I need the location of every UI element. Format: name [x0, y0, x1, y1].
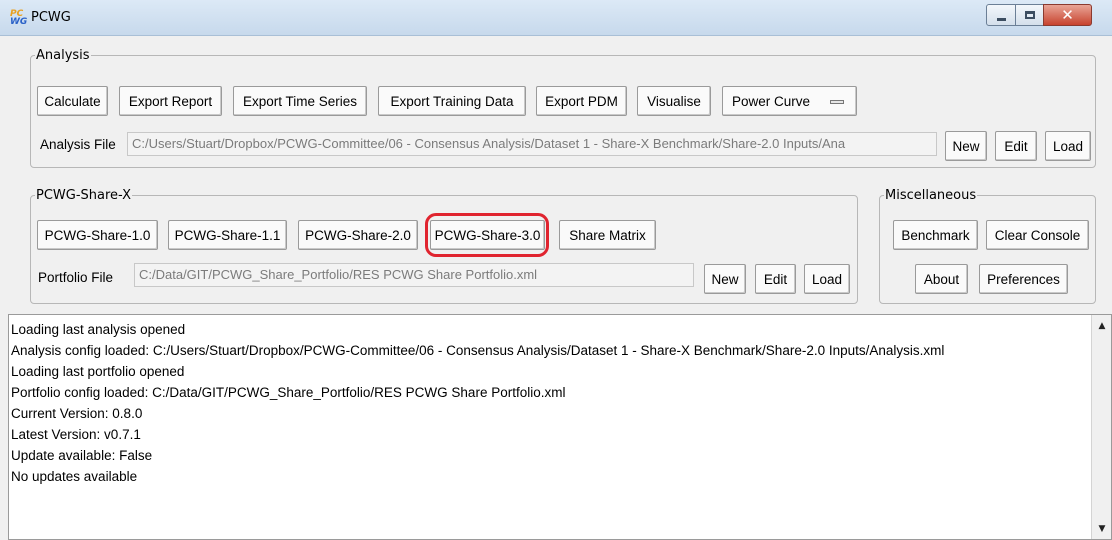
console-line: Loading last analysis opened [11, 322, 186, 337]
console-line: Loading last portfolio opened [11, 364, 185, 379]
about-button[interactable]: About [915, 264, 968, 294]
maximize-button[interactable] [1015, 4, 1044, 26]
app-icon-bottom-letters: WG [10, 17, 28, 27]
pcwg-share-2-0-button[interactable]: PCWG-Share-2.0 [298, 220, 418, 250]
share-group-title: PCWG-Share-X [36, 188, 131, 203]
console-line: No updates available [11, 469, 138, 484]
portfolio-load-button[interactable]: Load [804, 264, 850, 294]
pcwg-share-1-0-button[interactable]: PCWG-Share-1.0 [37, 220, 158, 250]
console-output[interactable]: Loading last analysis opened Analysis co… [8, 314, 1112, 540]
export-pdm-button[interactable]: Export PDM [536, 86, 627, 116]
power-curve-menu-label: Power Curve [732, 93, 811, 109]
analysis-file-label: Analysis File [40, 137, 116, 152]
scroll-up-arrow-icon[interactable]: ▲ [1094, 317, 1110, 334]
export-training-data-button[interactable]: Export Training Data [378, 86, 526, 116]
misc-group-title: Miscellaneous [885, 188, 977, 203]
analysis-group-title: Analysis [36, 48, 90, 63]
share-matrix-button[interactable]: Share Matrix [559, 220, 656, 250]
app-window: PC WG PCWG ✕ Analysis Calculate Export R… [0, 0, 1112, 540]
console-lines: Loading last analysis opened Analysis co… [11, 319, 1087, 487]
scroll-down-arrow-icon[interactable]: ▼ [1094, 520, 1110, 537]
minimize-button[interactable] [986, 4, 1016, 26]
analysis-file-path-field[interactable]: C:/Users/Stuart/Dropbox/PCWG-Committee/0… [127, 132, 937, 156]
minimize-icon [996, 17, 1006, 21]
console-scrollbar[interactable]: ▲ ▼ [1091, 315, 1111, 539]
pcwg-share-1-1-button[interactable]: PCWG-Share-1.1 [168, 220, 287, 250]
clear-console-button[interactable]: Clear Console [986, 220, 1089, 250]
option-menu-indicator-icon [830, 100, 844, 104]
console-line: Latest Version: v0.7.1 [11, 427, 141, 442]
console-line: Current Version: 0.8.0 [11, 406, 143, 421]
close-button[interactable]: ✕ [1043, 4, 1092, 26]
visualise-button[interactable]: Visualise [637, 86, 711, 116]
portfolio-new-button[interactable]: New [704, 264, 746, 294]
export-time-series-button[interactable]: Export Time Series [233, 86, 367, 116]
window-title: PCWG [31, 10, 71, 25]
portfolio-file-path-field[interactable]: C:/Data/GIT/PCWG_Share_Portfolio/RES PCW… [134, 263, 694, 287]
portfolio-edit-button[interactable]: Edit [755, 264, 796, 294]
calculate-button[interactable]: Calculate [37, 86, 108, 116]
console-line: Portfolio config loaded: C:/Data/GIT/PCW… [11, 385, 566, 400]
portfolio-file-label: Portfolio File [38, 270, 114, 285]
analysis-new-button[interactable]: New [945, 131, 987, 161]
power-curve-menu[interactable]: Power Curve [722, 86, 857, 116]
preferences-button[interactable]: Preferences [979, 264, 1068, 294]
analysis-load-button[interactable]: Load [1045, 131, 1091, 161]
highlight-annotation [425, 213, 549, 257]
maximize-icon [1024, 11, 1035, 19]
pcwg-app-icon: PC WG [10, 10, 28, 28]
close-icon: ✕ [1061, 6, 1074, 24]
title-bar: PC WG PCWG ✕ [0, 0, 1112, 36]
benchmark-button[interactable]: Benchmark [893, 220, 978, 250]
export-report-button[interactable]: Export Report [119, 86, 222, 116]
console-line: Update available: False [11, 448, 153, 463]
console-line: Analysis config loaded: C:/Users/Stuart/… [11, 343, 945, 358]
analysis-edit-button[interactable]: Edit [995, 131, 1037, 161]
